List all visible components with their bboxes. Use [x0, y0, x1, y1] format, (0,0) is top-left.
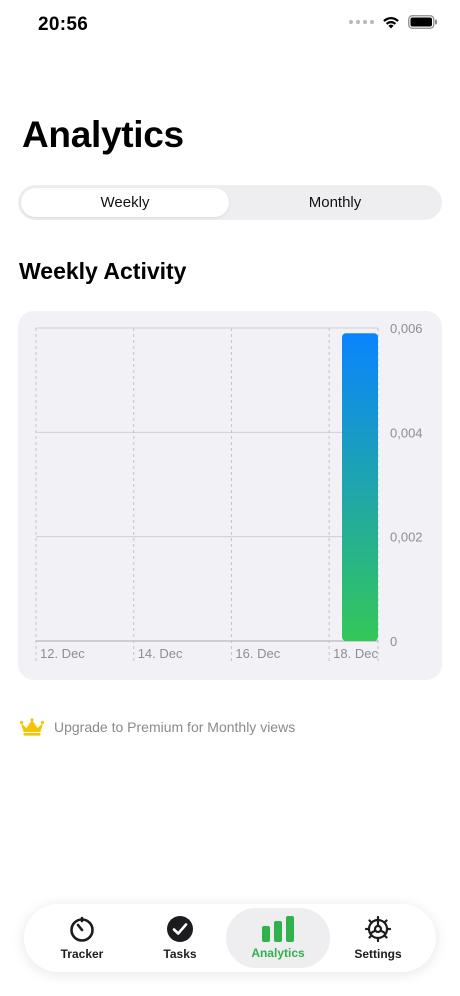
bar-chart-icon [262, 916, 294, 942]
y-tick-label: 0,006 [390, 321, 423, 336]
tab-label-tracker: Tracker [60, 947, 104, 961]
weekly-activity-chart: 0 0,002 0,004 0,006 12. Dec 14. Dec 16. Dec 18.… [18, 311, 442, 680]
segment-monthly[interactable]: Monthly [231, 188, 439, 217]
crown-icon [20, 718, 44, 736]
tab-analytics[interactable]: Analytics [226, 908, 330, 968]
x-tick-label: 18. Dec [333, 646, 378, 661]
status-time: 20:56 [38, 14, 89, 35]
upgrade-premium-row[interactable]: Upgrade to Premium for Monthly views [20, 718, 295, 736]
tab-bar: Tracker Tasks Analytics Settings [24, 904, 436, 972]
upgrade-text: Upgrade to Premium for Monthly views [54, 719, 296, 735]
tab-tasks[interactable]: Tasks [128, 908, 232, 968]
period-segmented-control[interactable]: Weekly Monthly [18, 185, 442, 220]
chart-bar [342, 333, 378, 641]
segment-weekly[interactable]: Weekly [21, 188, 229, 217]
status-icons [349, 15, 438, 29]
battery-icon [408, 15, 437, 29]
gear-icon [364, 915, 392, 943]
x-tick-label: 14. Dec [138, 646, 183, 661]
timer-icon [70, 916, 94, 942]
section-title: Weekly Activity [19, 258, 187, 284]
y-tick-label: 0,004 [390, 425, 423, 440]
bar-chart: 0 0,002 0,004 0,006 12. Dec 14. Dec 16. Dec 18.… [35, 321, 423, 661]
tab-settings[interactable]: Settings [326, 908, 430, 968]
tab-label-settings: Settings [354, 947, 402, 961]
wifi-icon [383, 17, 399, 29]
checkmark-circle-icon [167, 916, 193, 942]
cellular-dots-icon [349, 20, 374, 24]
tab-label-tasks: Tasks [163, 947, 197, 961]
x-tick-label: 16. Dec [235, 646, 280, 661]
page-title: Analytics [22, 114, 184, 155]
status-bar: 20:56 [0, 0, 460, 50]
y-tick-label: 0 [390, 634, 397, 649]
tab-label-analytics: Analytics [251, 946, 305, 960]
x-tick-label: 12. Dec [40, 646, 85, 661]
tab-tracker[interactable]: Tracker [30, 908, 134, 968]
y-tick-label: 0,002 [390, 530, 423, 545]
